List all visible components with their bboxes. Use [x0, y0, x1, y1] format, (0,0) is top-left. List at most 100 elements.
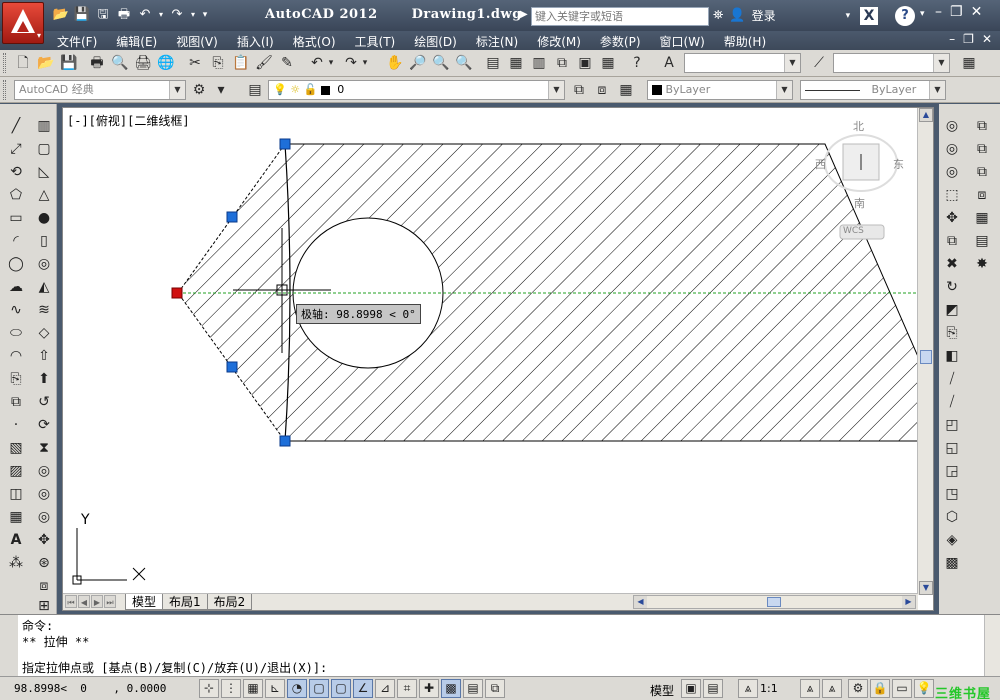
undo-dropdown-icon[interactable]: ▾ [326, 54, 336, 72]
transparency-icon[interactable]: ▩ [441, 679, 461, 698]
redo-icon[interactable]: ↷ [342, 54, 360, 72]
tab-prev-icon[interactable]: ◀ [78, 595, 90, 608]
horizontal-scrollbar[interactable]: ◀ ▶ [633, 595, 916, 609]
imprint-icon[interactable]: ◰ [942, 415, 962, 435]
draw-order-front-icon[interactable]: ⧉ [972, 139, 992, 159]
scroll-down-icon[interactable]: ▼ [919, 581, 933, 595]
menu-view[interactable]: 视图(V) [176, 33, 218, 50]
tab-layout1[interactable]: 布局1 [162, 594, 208, 610]
gradient-icon[interactable]: ▨ [6, 461, 26, 481]
snap-mode-icon[interactable]: ⋮ [221, 679, 241, 698]
minimize-icon[interactable]: – [935, 4, 942, 20]
sphere-icon[interactable]: ● [34, 208, 54, 228]
exchange-icon[interactable]: X [860, 7, 878, 25]
3d-align-icon[interactable]: ⧈ [34, 576, 54, 596]
print-icon[interactable]: 🖶 [115, 6, 133, 24]
lineweight-icon[interactable]: ✚ [419, 679, 439, 698]
table-style-icon[interactable]: ▦ [960, 54, 978, 72]
hatch-icon[interactable]: ▧ [6, 438, 26, 458]
help-icon[interactable]: ? [628, 54, 646, 72]
grip-hot[interactable] [171, 287, 183, 299]
thicken-icon[interactable]: ▩ [942, 553, 962, 573]
viewcube-wcs-menu[interactable]: WCS [843, 226, 864, 236]
markup-icon[interactable]: ▣ [576, 54, 594, 72]
zoom-previous-icon[interactable]: 🔍 [455, 54, 473, 72]
insert-block-icon[interactable]: ⎘ [6, 369, 26, 389]
workspace-extra-icon[interactable]: ▾ [212, 81, 230, 99]
model-space-label[interactable]: 模型 [650, 682, 674, 699]
coordinate-readout[interactable]: 98.8998< 0 , 0.0000 [14, 682, 166, 695]
doc-minimize-icon[interactable]: – [949, 32, 955, 46]
color-faces-icon[interactable]: ◧ [942, 346, 962, 366]
menu-help[interactable]: 帮助(H) [724, 33, 766, 50]
union-icon[interactable]: ◎ [34, 461, 54, 481]
3d-object-snap-icon[interactable]: ▢ [331, 679, 351, 698]
helix-icon[interactable]: ≋ [34, 300, 54, 320]
copy-edges-icon[interactable]: ⧸ [942, 369, 962, 389]
menu-draw[interactable]: 绘图(D) [414, 33, 457, 50]
add-selected-icon[interactable]: ⁂ [6, 553, 26, 573]
extrude-faces-icon[interactable]: ⬚ [942, 185, 962, 205]
revcloud-icon[interactable]: ☁ [6, 277, 26, 297]
region-icon[interactable]: ◫ [6, 484, 26, 504]
undo-icon[interactable]: ↶ [308, 54, 326, 72]
lock-icon[interactable]: 🔒 [870, 679, 890, 698]
make-current-layer-icon[interactable]: ⧉ [570, 81, 588, 99]
cylinder-icon[interactable]: ▯ [34, 231, 54, 251]
scroll-thumb[interactable] [920, 350, 932, 364]
hardware-acceleration-icon[interactable]: ▭ [892, 679, 912, 698]
annotation-scale-value[interactable]: 1:1 [760, 682, 778, 695]
restore-icon[interactable]: ❐ [950, 4, 963, 20]
offset-faces-icon[interactable]: ⧉ [942, 231, 962, 251]
copy-faces-icon[interactable]: ⎘ [942, 323, 962, 343]
infer-constraints-icon[interactable]: ⊹ [199, 679, 219, 698]
close-icon[interactable]: ✕ [971, 4, 983, 20]
color-combo[interactable]: ByLayer ▼ [647, 80, 793, 100]
binoculars-icon[interactable]: ⛯ [713, 8, 723, 23]
save-icon[interactable]: 💾 [60, 54, 78, 72]
3d-array-icon[interactable]: ⊞ [34, 596, 54, 616]
planar-surface-icon[interactable]: ◇ [34, 323, 54, 343]
menu-format[interactable]: 格式(O) [293, 33, 336, 50]
polar-tracking-icon[interactable]: ◔ [287, 679, 307, 698]
subtract-icon[interactable]: ◎ [34, 484, 54, 504]
help-dropdown-icon[interactable]: ▾ [920, 9, 925, 19]
check-icon[interactable]: ⬡ [942, 507, 962, 527]
login-button[interactable]: 登录 [752, 7, 776, 24]
copy-icon[interactable]: ⎘ [209, 54, 227, 72]
presspull-icon[interactable]: ⬆ [34, 369, 54, 389]
3d-move-icon[interactable]: ✥ [34, 530, 54, 550]
menu-dimension[interactable]: 标注(N) [476, 33, 518, 50]
ortho-mode-icon[interactable]: ⊾ [265, 679, 285, 698]
box-icon[interactable]: ▢ [34, 139, 54, 159]
menu-file[interactable]: 文件(F) [57, 33, 97, 50]
undo-dropdown-icon[interactable]: ▾ [157, 6, 165, 24]
clean-icon[interactable]: ◱ [942, 438, 962, 458]
command-window-grip[interactable] [0, 615, 18, 677]
3d-rotate-icon[interactable]: ⊛ [34, 553, 54, 573]
menu-tools[interactable]: 工具(T) [355, 33, 396, 50]
menu-insert[interactable]: 插入(I) [237, 33, 274, 50]
quick-properties-icon[interactable]: ▤ [463, 679, 483, 698]
hscroll-thumb[interactable] [767, 597, 781, 607]
save-as-icon[interactable]: 🖫 [94, 6, 112, 24]
zoom-realtime-icon[interactable]: 🔎 [409, 54, 427, 72]
rotate-faces-icon[interactable]: ↻ [942, 277, 962, 297]
wedge-icon[interactable]: ◺ [34, 162, 54, 182]
help-icon[interactable]: ? [895, 6, 915, 26]
workspace-combo[interactable]: AutoCAD 经典 ▼ [14, 80, 186, 100]
help-search-input[interactable]: 键入关键字或短语 [531, 7, 709, 26]
cone-icon[interactable]: △ [34, 185, 54, 205]
sweep-icon[interactable]: ↺ [34, 392, 54, 412]
3d-print-icon[interactable]: 🌐 [157, 54, 175, 72]
design-center-icon[interactable]: ▦ [507, 54, 525, 72]
command-scrollbar[interactable] [984, 615, 1000, 677]
make-block-icon[interactable]: ⧉ [6, 392, 26, 412]
annotation-scale-icon[interactable]: ⩓ [738, 679, 758, 698]
login-dropdown-icon[interactable]: ▾ [846, 11, 851, 21]
doc-restore-icon[interactable]: ❐ [963, 32, 974, 46]
align-icon[interactable]: ⧈ [972, 185, 992, 205]
layer-properties-icon[interactable]: ▤ [246, 81, 264, 99]
block-editor-icon[interactable]: ✎ [278, 54, 296, 72]
dynamic-ucs-icon[interactable]: ⊿ [375, 679, 395, 698]
